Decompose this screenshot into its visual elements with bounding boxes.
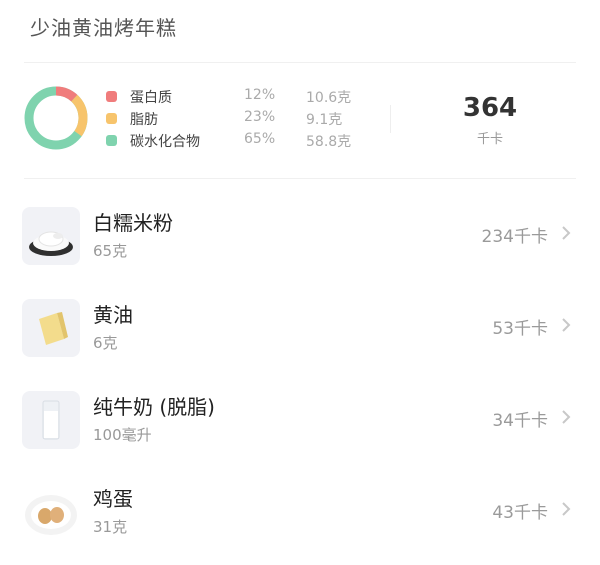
- macro-donut-chart: [24, 86, 88, 150]
- protein-color-dot: [106, 91, 117, 102]
- ingredient-name: 鸡蛋: [93, 487, 133, 511]
- ingredient-calories: 53千卡: [492, 319, 548, 339]
- nutrition-summary: 蛋白质 12% 10.6克 脂肪 23% 9.1克 碳水化合物 65% 58.8…: [0, 75, 600, 175]
- summary-divider: [24, 178, 576, 179]
- butter-icon: [22, 299, 80, 357]
- recipe-title: 少油黄油烤年糕: [30, 16, 177, 40]
- rice-flour-icon: [22, 207, 80, 265]
- macro-percent: 12%: [244, 87, 276, 103]
- ingredient-row-rice-flour[interactable]: 白糯米粉 65克 234千卡: [0, 197, 600, 277]
- title-divider: [24, 62, 576, 63]
- ingredient-calories: 34千卡: [492, 411, 548, 431]
- ingredient-name: 纯牛奶 (脱脂): [93, 395, 215, 419]
- macro-name: 蛋白质: [130, 90, 172, 106]
- ingredient-calories: 234千卡: [481, 227, 548, 247]
- ingredient-name: 黄油: [93, 303, 133, 327]
- total-calories: 364: [462, 93, 518, 123]
- macro-name: 脂肪: [130, 112, 158, 128]
- ingredient-quantity: 6克: [93, 334, 118, 352]
- ingredient-quantity: 31克: [93, 518, 128, 536]
- chevron-right-icon: [562, 318, 571, 332]
- macro-amount: 9.1克: [306, 112, 343, 128]
- macro-percent: 65%: [244, 131, 276, 147]
- macro-amount: 10.6克: [306, 90, 352, 106]
- ingredient-row-egg[interactable]: 鸡蛋 31克 43千卡: [0, 473, 600, 553]
- macro-amount: 58.8克: [306, 134, 352, 150]
- chevron-right-icon: [562, 502, 571, 516]
- carbs-color-dot: [106, 135, 117, 146]
- ingredient-quantity: 100毫升: [93, 426, 152, 444]
- macro-name: 碳水化合物: [130, 134, 200, 150]
- chevron-right-icon: [562, 410, 571, 424]
- ingredient-row-milk[interactable]: 纯牛奶 (脱脂) 100毫升 34千卡: [0, 381, 600, 461]
- ingredient-name: 白糯米粉: [93, 211, 173, 235]
- ingredient-row-butter[interactable]: 黄油 6克 53千卡: [0, 289, 600, 369]
- ingredient-calories: 43千卡: [492, 503, 548, 523]
- fat-color-dot: [106, 113, 117, 124]
- macro-percent: 23%: [244, 109, 276, 125]
- summary-separator: [390, 105, 391, 133]
- ingredient-quantity: 65克: [93, 242, 128, 260]
- eggs-icon: [22, 483, 80, 541]
- milk-glass-icon: [22, 391, 80, 449]
- total-calories-unit: 千卡: [476, 132, 503, 147]
- chevron-right-icon: [562, 226, 571, 240]
